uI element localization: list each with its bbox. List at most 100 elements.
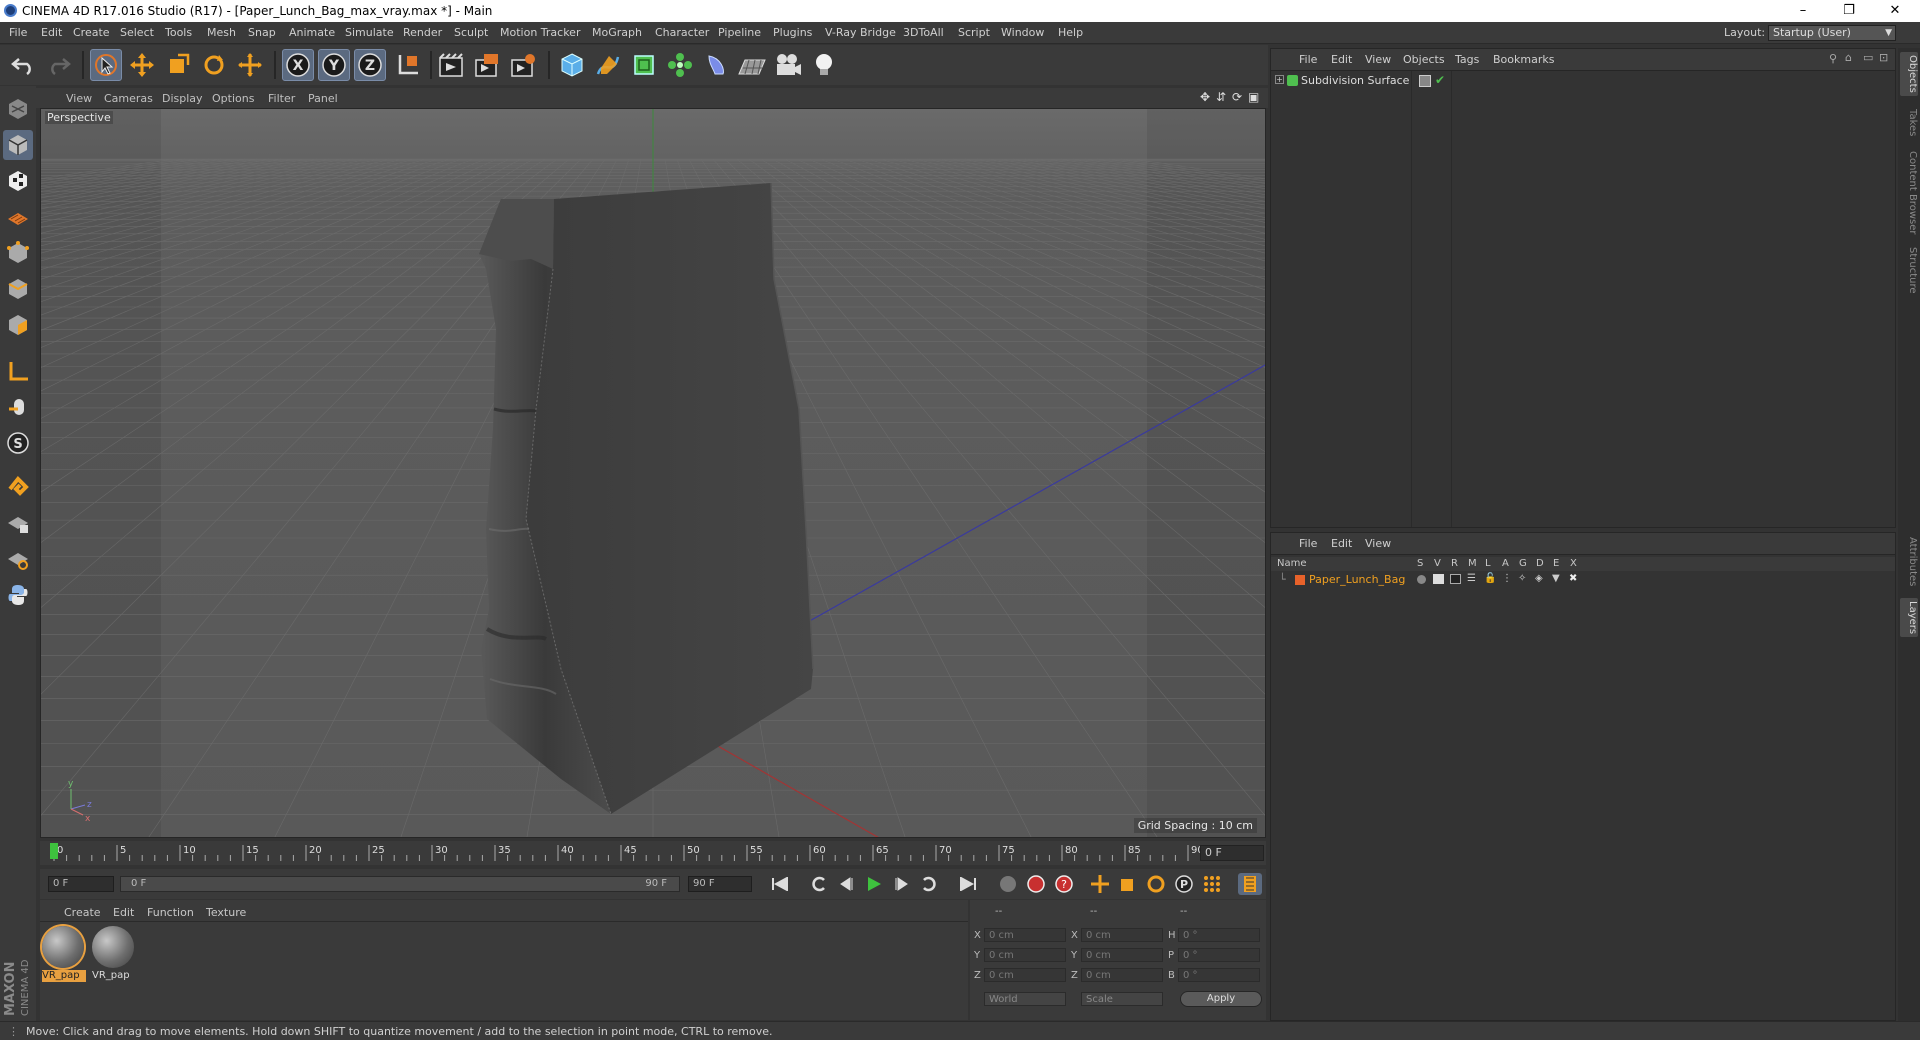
menu-vray-bridge[interactable]: V-Ray Bridge — [825, 26, 896, 39]
close-button[interactable]: ✕ — [1872, 0, 1918, 22]
expand-toggle-icon[interactable]: + — [1275, 75, 1284, 84]
make-editable-icon[interactable] — [3, 94, 33, 124]
lm-menu-view[interactable]: View — [1365, 537, 1391, 550]
position-y-field[interactable]: 0 cm — [984, 948, 1066, 962]
object-row[interactable]: + Subdivision Surface ✔ — [1273, 73, 1893, 91]
apply-button[interactable]: Apply — [1180, 991, 1262, 1007]
go-to-end-icon[interactable] — [956, 873, 980, 895]
menu-script[interactable]: Script — [958, 26, 990, 39]
home-icon[interactable]: ⌂ — [1845, 51, 1852, 64]
autokey-icon[interactable]: ? — [1052, 873, 1076, 895]
xref-toggle-icon[interactable]: ✖ — [1569, 573, 1577, 584]
camera-icon[interactable] — [772, 49, 804, 81]
rotation-p-field[interactable]: 0 ° — [1178, 948, 1260, 962]
expression-toggle-icon[interactable]: ▼ — [1552, 573, 1560, 584]
menu-plugins[interactable]: Plugins — [773, 26, 812, 39]
go-to-start-icon[interactable] — [768, 873, 792, 895]
solo-mode-icon[interactable]: S — [3, 428, 33, 458]
texture-mode-icon[interactable] — [3, 166, 33, 196]
edges-mode-icon[interactable] — [3, 274, 33, 304]
rotate-icon[interactable] — [198, 49, 230, 81]
play-icon[interactable] — [862, 873, 886, 895]
menu-create[interactable]: Create — [73, 26, 110, 39]
key-point-level-icon[interactable] — [1200, 873, 1224, 895]
col-xref[interactable]: X — [1570, 558, 1577, 569]
key-position-icon[interactable] — [1088, 873, 1112, 895]
array-icon[interactable] — [664, 49, 696, 81]
rotation-b-field[interactable]: 0 ° — [1178, 968, 1260, 982]
tab-structure[interactable]: Structure — [1900, 244, 1918, 297]
deformer-toggle-icon[interactable]: ◈ — [1535, 573, 1543, 584]
viewport-move-icon[interactable]: ✥ — [1200, 90, 1210, 104]
col-generators[interactable]: G — [1519, 558, 1527, 569]
viewport-dolly-icon[interactable]: ⇵ — [1216, 90, 1226, 104]
viewport-menu-cameras[interactable]: Cameras — [104, 92, 153, 105]
planar-workplane-icon[interactable] — [3, 544, 33, 574]
model-mode-icon[interactable] — [3, 130, 33, 160]
render-view-icon[interactable] — [436, 49, 468, 81]
position-x-field[interactable]: 0 cm — [984, 928, 1066, 942]
restore-button[interactable]: ❐ — [1826, 0, 1872, 22]
viewport-menu-panel[interactable]: Panel — [308, 92, 338, 105]
previous-frame-icon[interactable] — [834, 873, 858, 895]
menu-3dtoall[interactable]: 3DToAll — [903, 26, 944, 39]
menu-snap[interactable]: Snap — [248, 26, 276, 39]
viewport-menu-options[interactable]: Options — [212, 92, 254, 105]
om-menu-tags[interactable]: Tags — [1455, 53, 1479, 66]
viewport-menu-view[interactable]: View — [66, 92, 92, 105]
menu-simulate[interactable]: Simulate — [345, 26, 394, 39]
end-frame-field[interactable]: 90 F — [688, 876, 752, 892]
lm-menu-edit[interactable]: Edit — [1331, 537, 1352, 550]
view-toggle-icon[interactable] — [1433, 574, 1444, 584]
material-menu-create[interactable]: Create — [64, 906, 101, 919]
x-axis-icon[interactable]: X — [282, 49, 314, 81]
move-icon[interactable] — [126, 49, 158, 81]
col-locked[interactable]: L — [1485, 558, 1491, 569]
snapping-icon[interactable] — [3, 472, 33, 502]
redo-icon[interactable] — [42, 49, 74, 81]
menu-window[interactable]: Window — [1001, 26, 1044, 39]
select-arrow-icon[interactable] — [90, 49, 122, 81]
viewport-menu-filter[interactable]: Filter — [268, 92, 295, 105]
size-y-field[interactable]: 0 cm — [1081, 948, 1163, 962]
python-icon[interactable] — [3, 580, 33, 610]
world-coordinate-icon[interactable] — [392, 49, 424, 81]
coord-mode-select[interactable]: Scale — [1081, 992, 1163, 1006]
search-icon[interactable]: ⚲ — [1829, 52, 1837, 65]
z-axis-icon[interactable]: Z — [354, 49, 386, 81]
key-rotation-icon[interactable] — [1144, 873, 1168, 895]
col-render[interactable]: R — [1451, 558, 1458, 569]
material-menu-function[interactable]: Function — [147, 906, 194, 919]
manager-toggle-icon[interactable]: ☰ — [1467, 573, 1476, 584]
timeline-window-icon[interactable] — [1238, 873, 1262, 895]
minimize-button[interactable]: – — [1780, 0, 1826, 22]
solo-toggle-icon[interactable] — [1417, 575, 1426, 584]
scale-icon[interactable] — [162, 49, 194, 81]
menu-help[interactable]: Help — [1058, 26, 1083, 39]
render-picture-viewer-icon[interactable] — [472, 49, 504, 81]
floor-icon[interactable] — [736, 49, 768, 81]
menu-mograph[interactable]: MoGraph — [592, 26, 642, 39]
playhead[interactable] — [50, 843, 58, 859]
viewport-menu-display[interactable]: Display — [162, 92, 203, 105]
tab-layers[interactable]: Layers — [1900, 598, 1918, 638]
size-x-field[interactable]: 0 cm — [1081, 928, 1163, 942]
menu-animate[interactable]: Animate — [289, 26, 335, 39]
om-menu-view[interactable]: View — [1365, 53, 1391, 66]
key-scale-icon[interactable] — [1116, 873, 1140, 895]
y-axis-icon[interactable]: Y — [318, 49, 350, 81]
col-name[interactable]: Name — [1277, 558, 1307, 569]
animation-toggle-icon[interactable]: ⋮ — [1502, 573, 1512, 584]
object-name[interactable]: Subdivision Surface — [1301, 74, 1409, 87]
position-z-field[interactable]: 0 cm — [984, 968, 1066, 982]
frame-range-slider[interactable]: 0 F 90 F — [120, 876, 680, 892]
perspective-viewport[interactable]: y z x Perspective Grid Spacing : 10 cm — [40, 108, 1266, 838]
menu-select[interactable]: Select — [120, 26, 154, 39]
light-icon[interactable] — [808, 49, 840, 81]
menu-sculpt[interactable]: Sculpt — [454, 26, 488, 39]
timeline-ruler[interactable]: 051015202530354045505560657075808590 — [40, 841, 1266, 865]
material-swatch[interactable] — [42, 926, 84, 968]
start-frame-field[interactable]: 0 F — [48, 876, 114, 892]
key-parameter-icon[interactable]: P — [1172, 873, 1196, 895]
material-swatch[interactable] — [92, 926, 134, 968]
